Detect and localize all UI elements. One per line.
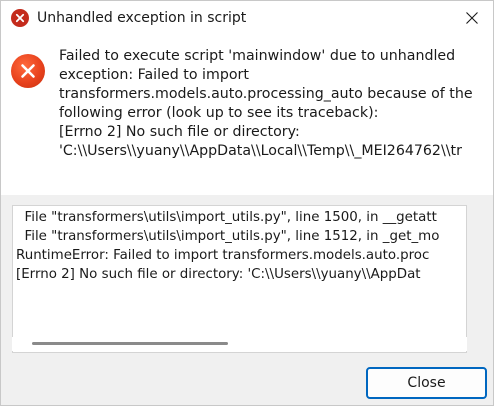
message-line: Failed to execute script 'mainwindow' du… [59, 48, 456, 64]
close-button[interactable]: Close [366, 367, 487, 399]
error-message: Failed to execute script 'mainwindow' du… [59, 47, 493, 161]
horizontal-scrollbar[interactable] [12, 337, 467, 351]
message-line: exception: Failed to import [59, 67, 249, 83]
traceback-line: File "transformers\utils\import_utils.py… [16, 210, 437, 225]
close-icon[interactable] [457, 5, 487, 31]
traceback-line: [Errno 2] No such file or directory: 'C:… [16, 267, 421, 282]
message-line: transformers.models.auto.processing_auto… [59, 86, 473, 102]
traceback-line: RuntimeError: Failed to import transform… [16, 248, 430, 263]
message-area: Failed to execute script 'mainwindow' du… [1, 35, 493, 195]
traceback-text-area[interactable]: File "transformers\utils\import_utils.py… [12, 205, 467, 353]
title-bar[interactable]: Unhandled exception in script [1, 1, 493, 35]
error-icon [11, 54, 45, 88]
error-dialog: Unhandled exception in script Failed to … [0, 0, 494, 406]
window-title: Unhandled exception in script [37, 10, 247, 26]
traceback-text: File "transformers\utils\import_utils.py… [16, 208, 466, 284]
message-line: following error (look up to see its trac… [59, 105, 379, 121]
message-line: [Errno 2] No such file or directory: [59, 124, 300, 140]
scrollbar-thumb[interactable] [32, 342, 228, 345]
error-icon [11, 9, 29, 27]
message-line: 'C:\\Users\\yuany\\AppData\\Local\\Temp\… [59, 143, 462, 159]
vertical-scrollbar[interactable] [467, 205, 481, 353]
traceback-line: File "transformers\utils\import_utils.py… [16, 229, 440, 244]
